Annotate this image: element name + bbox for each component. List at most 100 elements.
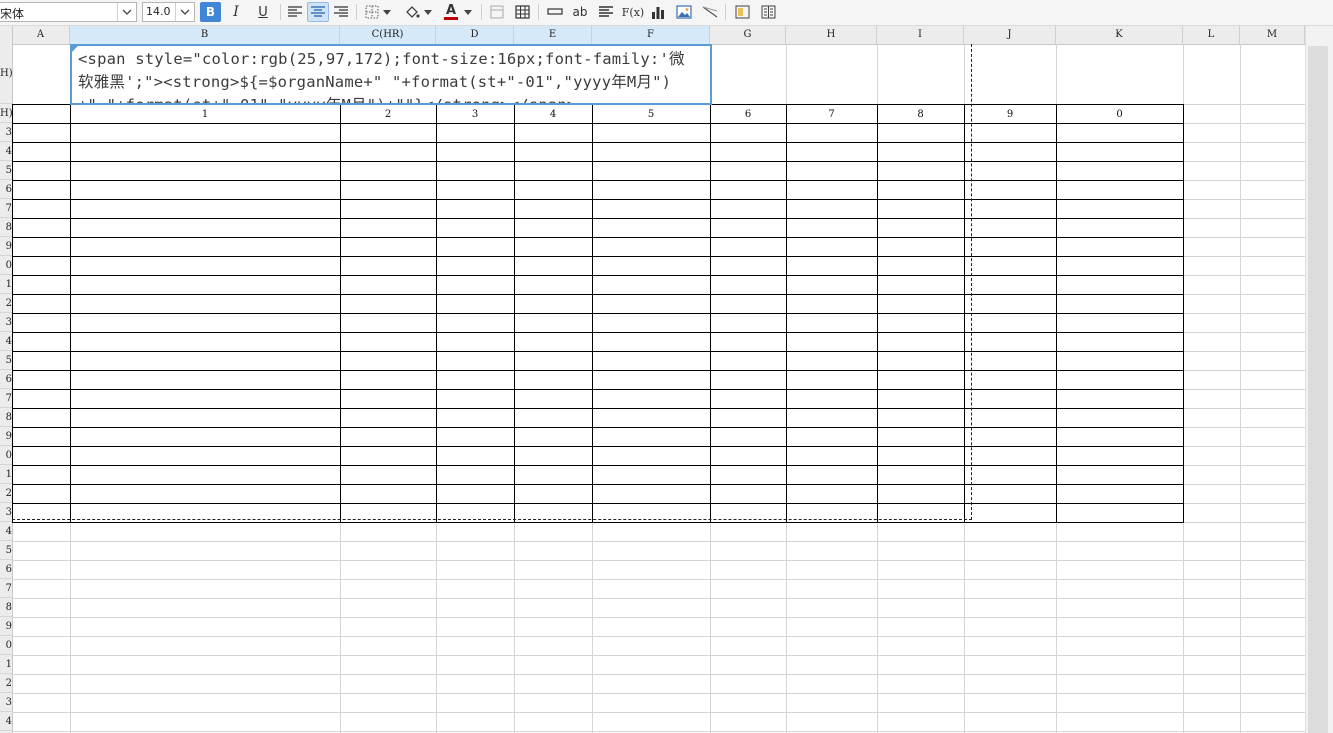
table-button[interactable] [511, 2, 533, 22]
fill-color-button[interactable] [401, 2, 423, 22]
font-color-glyph: A [445, 3, 457, 18]
table-header-cell[interactable]: 8 [877, 107, 964, 123]
chevron-down-icon[interactable] [175, 3, 194, 21]
underline-button[interactable]: U [252, 2, 274, 22]
table-border [877, 104, 878, 523]
italic-button[interactable]: I [225, 2, 247, 22]
chevron-down-icon[interactable] [117, 3, 136, 21]
column-header[interactable]: J [964, 26, 1056, 44]
formula-button[interactable]: F(x) [621, 2, 645, 22]
row-header[interactable]: 2 [0, 294, 12, 313]
row-header[interactable]: 3 [0, 123, 12, 142]
row-header[interactable]: 0 [0, 636, 12, 655]
row-header[interactable]: 7 [0, 579, 12, 598]
row-header[interactable]: 0 [0, 446, 12, 465]
grid-line [12, 579, 1305, 580]
column-header[interactable]: L [1183, 26, 1240, 44]
row-header[interactable]: 8 [0, 598, 12, 617]
paragraph-icon [599, 6, 613, 17]
text-field-button[interactable] [544, 2, 566, 22]
column-header[interactable]: B [70, 26, 340, 44]
caret-down-icon [464, 9, 472, 15]
fill-color-dropdown[interactable] [422, 2, 434, 22]
merge-cells-button[interactable] [486, 2, 508, 22]
row-header[interactable]: 8 [0, 218, 12, 237]
row-header[interactable]: 8 [0, 408, 12, 427]
row-header[interactable]: 9 [0, 427, 12, 446]
table-border [12, 218, 1184, 219]
row-header[interactable]: 0 [0, 256, 12, 275]
paragraph-button[interactable] [595, 2, 617, 22]
row-header[interactable]: 4 [0, 142, 12, 161]
bold-button[interactable]: B [200, 2, 221, 22]
row-header[interactable]: H) [0, 44, 12, 104]
row-header[interactable]: 2 [0, 484, 12, 503]
table-border [340, 104, 341, 523]
title-cell[interactable]: <span style="color:rgb(25,97,172);font-s… [70, 44, 712, 105]
table-header-cell[interactable]: 0 [1056, 107, 1183, 123]
table-header-cell[interactable]: 3 [436, 107, 514, 123]
column-header[interactable]: E [514, 26, 592, 44]
font-color-button[interactable]: A [440, 2, 462, 22]
row-header[interactable]: 6 [0, 370, 12, 389]
table-header-cell[interactable]: 1 [70, 107, 340, 123]
slash-tool-button[interactable] [699, 2, 721, 22]
paint-bucket-icon [406, 6, 420, 18]
column-header[interactable]: C(HR) [340, 26, 436, 44]
table-header-cell[interactable]: 2 [340, 107, 436, 123]
column-header[interactable]: K [1056, 26, 1183, 44]
align-right-button[interactable] [330, 2, 352, 22]
columns-button[interactable] [757, 2, 779, 22]
table-header-cell[interactable]: 6 [710, 107, 786, 123]
row-header[interactable]: 4 [0, 332, 12, 351]
row-header[interactable]: 7 [0, 199, 12, 218]
column-header[interactable]: F [592, 26, 710, 44]
page-break-horizontal [12, 519, 972, 520]
row-header[interactable]: 4 [0, 522, 12, 541]
row-header[interactable]: 1 [0, 275, 12, 294]
column-header[interactable]: G [710, 26, 786, 44]
font-color-dropdown[interactable] [462, 2, 474, 22]
text-field-icon [547, 8, 563, 15]
column-header[interactable]: M [1240, 26, 1305, 44]
font-size-select[interactable]: 14.0 [142, 2, 195, 22]
column-header[interactable]: I [877, 26, 964, 44]
table-border [12, 104, 13, 523]
border-button[interactable] [361, 2, 383, 22]
align-left-button[interactable] [284, 2, 306, 22]
row-header[interactable]: 3 [0, 503, 12, 522]
row-header[interactable]: 3 [0, 693, 12, 712]
row-header[interactable]: 7 [0, 389, 12, 408]
row-header[interactable]: 5 [0, 351, 12, 370]
image-button[interactable] [673, 2, 695, 22]
chart-button[interactable] [647, 2, 669, 22]
row-header[interactable]: 2 [0, 674, 12, 693]
row-header[interactable]: 1 [0, 655, 12, 674]
row-header[interactable]: 4 [0, 712, 12, 731]
vertical-scrollbar-thumb[interactable] [1308, 46, 1328, 733]
table-border [12, 161, 1184, 162]
row-header[interactable]: 5 [0, 161, 12, 180]
row-header[interactable]: 1 [0, 465, 12, 484]
column-header[interactable]: H [786, 26, 877, 44]
font-family-select[interactable]: 宋体 [0, 2, 137, 22]
table-header-cell[interactable]: 4 [514, 107, 592, 123]
row-header[interactable]: 9 [0, 617, 12, 636]
table-border [12, 123, 1184, 124]
column-header[interactable]: A [12, 26, 70, 44]
row-header[interactable]: 6 [0, 180, 12, 199]
text-button[interactable]: ab [569, 2, 591, 22]
align-center-button[interactable] [307, 2, 329, 22]
border-dropdown[interactable] [381, 2, 393, 22]
table-header-cell[interactable]: 7 [786, 107, 877, 123]
layout-button[interactable] [731, 2, 753, 22]
table-header-cell[interactable]: 9 [964, 107, 1056, 123]
row-header[interactable]: H) [0, 104, 12, 123]
row-header[interactable]: 9 [0, 237, 12, 256]
row-header[interactable]: 5 [0, 541, 12, 560]
column-header[interactable]: D [436, 26, 514, 44]
row-header[interactable]: 3 [0, 313, 12, 332]
table-header-cell[interactable]: 5 [592, 107, 710, 123]
spreadsheet[interactable]: A B C(HR) D E F G H I J K L M H) H) 3 4 5 6 7 8 9 0 1 2 3 4 5 6 7 8 9 0… [0, 26, 1333, 733]
row-header[interactable]: 6 [0, 560, 12, 579]
